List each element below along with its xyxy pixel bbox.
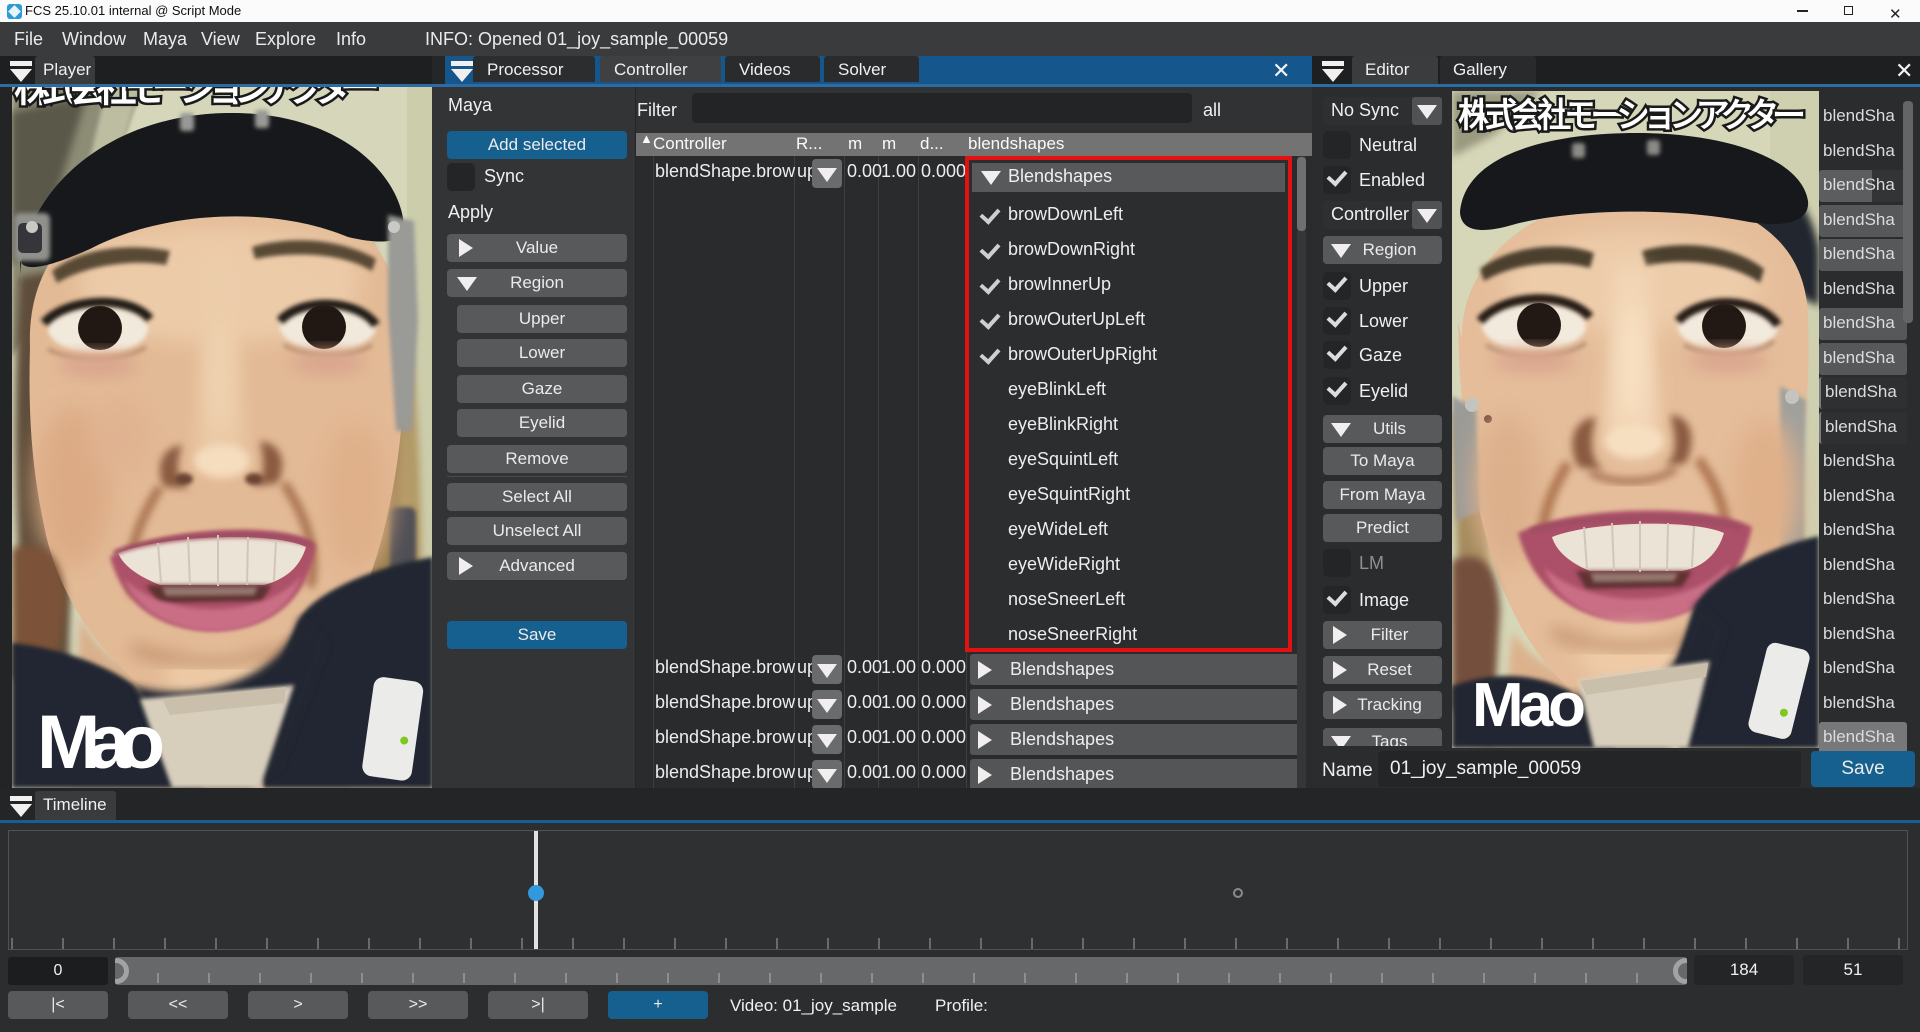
svg-text:株式会社モーションアクター: 株式会社モーションアクター xyxy=(14,87,380,110)
svg-text:Mao: Mao xyxy=(1472,671,1586,740)
svg-text:株式会社モーションアクター: 株式会社モーションアクター xyxy=(1458,97,1806,135)
svg-text:Mao: Mao xyxy=(37,700,165,785)
